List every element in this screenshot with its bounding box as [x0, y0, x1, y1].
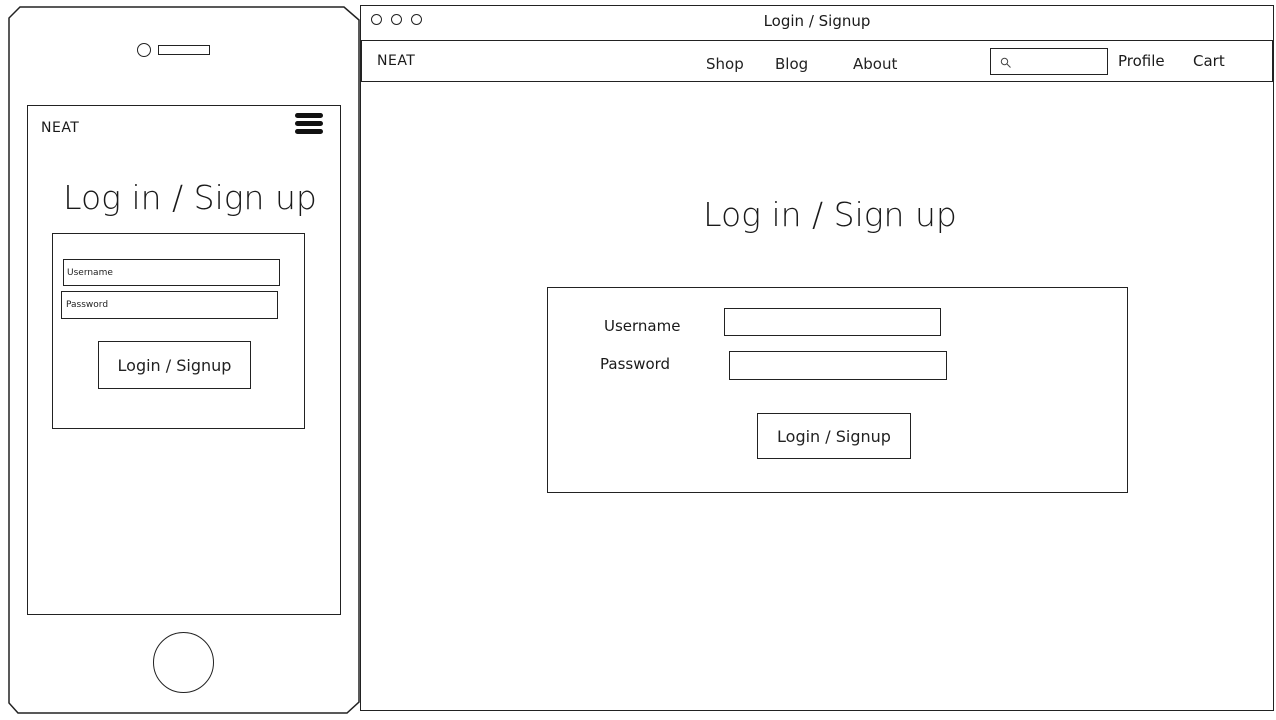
- desktop-logo[interactable]: NEAT: [377, 53, 415, 69]
- nav-link-blog[interactable]: Blog: [775, 55, 808, 73]
- search-icon: [1000, 54, 1012, 68]
- nav-link-shop[interactable]: Shop: [706, 55, 744, 73]
- nav-link-cart[interactable]: Cart: [1193, 52, 1225, 70]
- username-label: Username: [604, 317, 681, 335]
- mobile-logo[interactable]: NEAT: [41, 120, 79, 136]
- phone-home-button[interactable]: [153, 632, 214, 693]
- phone-speaker: [158, 45, 210, 55]
- mobile-username-input[interactable]: [63, 259, 280, 286]
- hamburger-menu-icon[interactable]: [295, 113, 323, 137]
- desktop-password-input[interactable]: [729, 351, 947, 380]
- desktop-username-input[interactable]: [724, 308, 941, 336]
- desktop-page-title: Log in / Sign up: [703, 195, 957, 234]
- nav-link-about[interactable]: About: [853, 55, 897, 73]
- mobile-login-signup-button[interactable]: Login / Signup: [98, 341, 251, 389]
- phone-camera: [137, 43, 151, 57]
- password-label: Password: [600, 355, 671, 373]
- mobile-page-title: Log in / Sign up: [63, 178, 317, 217]
- desktop-login-signup-button[interactable]: Login / Signup: [757, 413, 911, 459]
- nav-link-profile[interactable]: Profile: [1118, 52, 1165, 70]
- mobile-password-input[interactable]: [61, 291, 278, 319]
- window-title: Login / Signup: [763, 12, 871, 30]
